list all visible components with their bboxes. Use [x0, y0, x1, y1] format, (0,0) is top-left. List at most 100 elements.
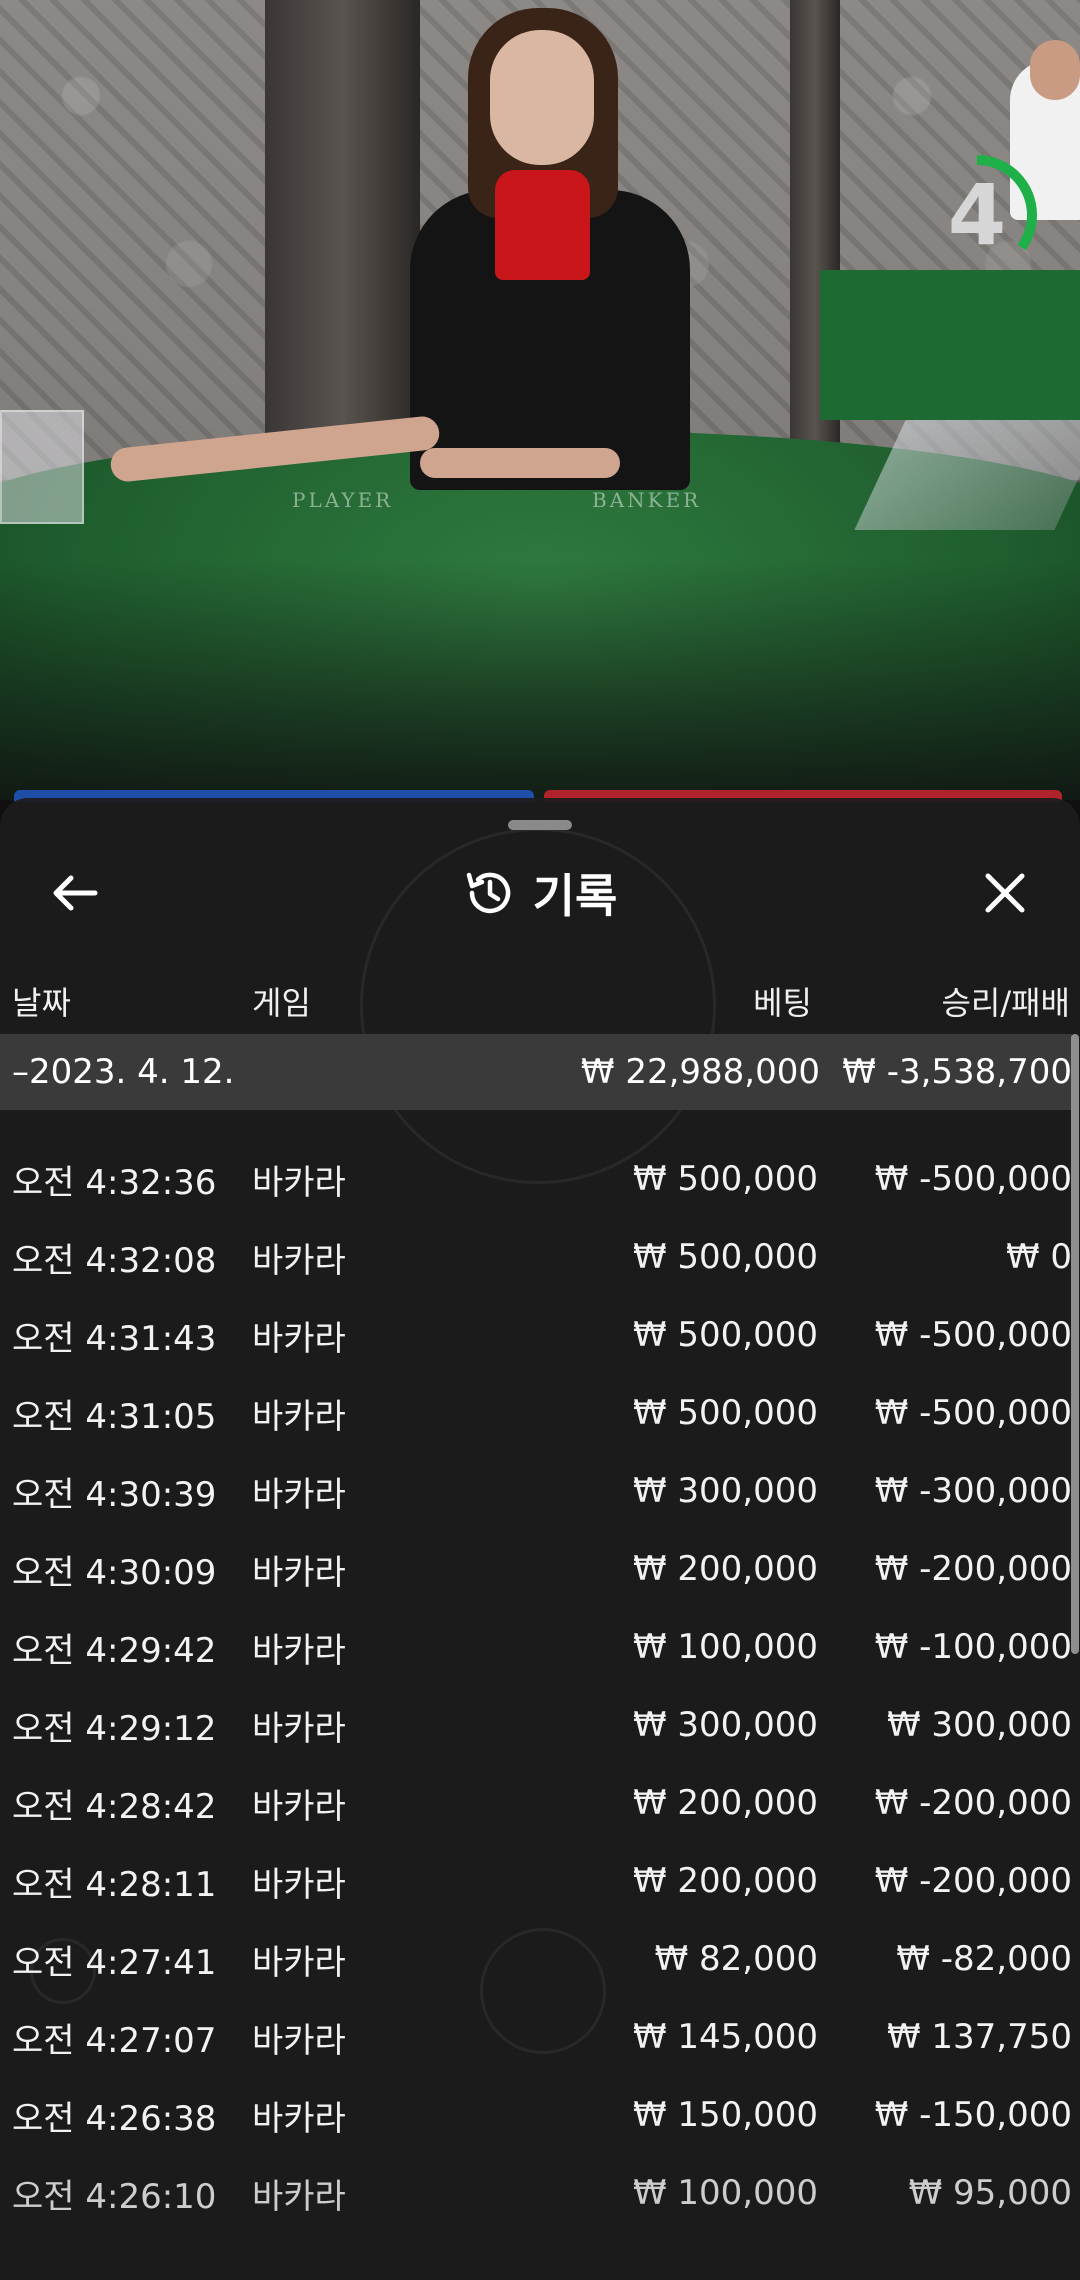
row-time: 오전 4:26:38: [12, 2098, 217, 2139]
row-bet: ₩ 82,000: [654, 1939, 818, 1979]
dealer-scarf: [495, 170, 590, 280]
row-result: ₩ 137,750: [886, 2017, 1072, 2057]
felt-label-banker: BANKER: [592, 488, 702, 512]
row-game: 바카라: [252, 2176, 346, 2217]
history-row[interactable]: 오전 4:26:10 바카라 ₩ 100,000 ₩ 95,000: [0, 2154, 1072, 2232]
row-time: 오전 4:28:11: [12, 1864, 217, 1905]
row-game: 바카라: [252, 2098, 346, 2139]
history-row[interactable]: 오전 4:32:08 바카라 ₩ 500,000 ₩ 0: [0, 1218, 1072, 1296]
row-result: ₩ 95,000: [908, 2173, 1072, 2213]
row-result: ₩ -500,000: [874, 1315, 1072, 1355]
row-result: ₩ 0: [1005, 1237, 1072, 1277]
row-time: 오전 4:28:42: [12, 1786, 217, 1827]
scrollbar[interactable]: [1071, 1034, 1079, 1654]
row-bet: ₩ 145,000: [632, 2017, 818, 2057]
row-game: 바카라: [252, 1942, 346, 1983]
row-bet: ₩ 100,000: [632, 2173, 818, 2213]
history-row[interactable]: 오전 4:30:09 바카라 ₩ 200,000 ₩ -200,000: [0, 1530, 1072, 1608]
close-button[interactable]: [970, 858, 1040, 928]
date-group-row[interactable]: –2023. 4. 12. ₩ 22,988,000 ₩ -3,538,700: [0, 1034, 1072, 1110]
close-x-icon: [985, 873, 1025, 913]
group-total-result: ₩ -3,538,700: [842, 1052, 1072, 1092]
second-dealer-head: [1030, 40, 1080, 100]
felt-label-player: PLAYER: [292, 488, 394, 512]
row-result: ₩ -150,000: [874, 2095, 1072, 2135]
history-row[interactable]: 오전 4:32:36 바카라 ₩ 500,000 ₩ -500,000: [0, 1140, 1072, 1218]
wall-panel-left: [0, 0, 270, 480]
row-result: ₩ -200,000: [874, 1861, 1072, 1901]
row-game: 바카라: [252, 1786, 346, 1827]
row-game: 바카라: [252, 1708, 346, 1749]
history-row[interactable]: 오전 4:31:43 바카라 ₩ 500,000 ₩ -500,000: [0, 1296, 1072, 1374]
history-panel: 기록 날짜 게임 베팅 승리/패배 –2023. 4. 12. ₩ 22,988…: [0, 798, 1080, 2280]
row-game: 바카라: [252, 1864, 346, 1905]
row-time: 오전 4:27:41: [12, 1942, 217, 1983]
live-video-stream: PLAYER BANKER 4: [0, 0, 1080, 800]
row-result: ₩ -82,000: [896, 1939, 1072, 1979]
row-bet: ₩ 200,000: [632, 1549, 818, 1589]
history-row[interactable]: 오전 4:31:05 바카라 ₩ 500,000 ₩ -500,000: [0, 1374, 1072, 1452]
history-row[interactable]: 오전 4:26:38 바카라 ₩ 150,000 ₩ -150,000: [0, 2076, 1072, 2154]
row-bet: ₩ 500,000: [632, 1393, 818, 1433]
countdown-number: 4: [947, 166, 1007, 264]
row-game: 바카라: [252, 1162, 346, 1203]
row-time: 오전 4:27:07: [12, 2020, 217, 2061]
history-row[interactable]: 오전 4:27:07 바카라 ₩ 145,000 ₩ 137,750: [0, 1998, 1072, 2076]
row-game: 바카라: [252, 1318, 346, 1359]
row-bet: ₩ 200,000: [632, 1783, 818, 1823]
page-title: 기록: [532, 869, 618, 923]
row-time: 오전 4:26:10: [12, 2176, 217, 2217]
row-bet: ₩ 500,000: [632, 1315, 818, 1355]
column-header-result: 승리/패배: [941, 984, 1070, 1022]
dealer-hand: [420, 448, 620, 478]
column-header-bet: 베팅: [753, 984, 812, 1022]
side-table: [820, 270, 1080, 420]
row-game: 바카라: [252, 1552, 346, 1593]
history-row[interactable]: 오전 4:27:41 바카라 ₩ 82,000 ₩ -82,000: [0, 1920, 1072, 1998]
row-time: 오전 4:29:12: [12, 1708, 217, 1749]
history-row[interactable]: 오전 4:28:11 바카라 ₩ 200,000 ₩ -200,000: [0, 1842, 1072, 1920]
column-header-game: 게임: [252, 984, 311, 1022]
row-result: ₩ -200,000: [874, 1783, 1072, 1823]
wall-pillar-left: [265, 0, 420, 470]
row-game: 바카라: [252, 1630, 346, 1671]
row-game: 바카라: [252, 1240, 346, 1281]
group-total-bet: ₩ 22,988,000: [580, 1052, 820, 1092]
history-clock-icon: [466, 872, 510, 914]
row-result: ₩ -300,000: [874, 1471, 1072, 1511]
row-bet: ₩ 300,000: [632, 1471, 818, 1511]
row-result: ₩ -500,000: [874, 1159, 1072, 1199]
row-time: 오전 4:32:36: [12, 1162, 217, 1203]
row-result: ₩ -100,000: [874, 1627, 1072, 1667]
row-time: 오전 4:29:42: [12, 1630, 217, 1671]
card-holder: [0, 410, 84, 524]
history-row[interactable]: 오전 4:29:42 바카라 ₩ 100,000 ₩ -100,000: [0, 1608, 1072, 1686]
row-time: 오전 4:31:43: [12, 1318, 217, 1359]
row-bet: ₩ 100,000: [632, 1627, 818, 1667]
row-bet: ₩ 500,000: [632, 1237, 818, 1277]
row-game: 바카라: [252, 1396, 346, 1437]
row-time: 오전 4:32:08: [12, 1240, 217, 1281]
drag-handle[interactable]: [508, 820, 572, 830]
group-date: –2023. 4. 12.: [12, 1052, 235, 1092]
dealer-face: [490, 30, 594, 165]
history-row[interactable]: 오전 4:28:42 바카라 ₩ 200,000 ₩ -200,000: [0, 1764, 1072, 1842]
history-list: 오전 4:32:36 바카라 ₩ 500,000 ₩ -500,000 오전 4…: [0, 1140, 1072, 2232]
video-fade: [0, 560, 1080, 800]
row-bet: ₩ 200,000: [632, 1861, 818, 1901]
row-bet: ₩ 150,000: [632, 2095, 818, 2135]
row-result: ₩ -200,000: [874, 1549, 1072, 1589]
row-game: 바카라: [252, 2020, 346, 2061]
row-result: ₩ -500,000: [874, 1393, 1072, 1433]
column-header-date: 날짜: [12, 984, 71, 1022]
row-bet: ₩ 500,000: [632, 1159, 818, 1199]
history-row[interactable]: 오전 4:30:39 바카라 ₩ 300,000 ₩ -300,000: [0, 1452, 1072, 1530]
row-bet: ₩ 300,000: [632, 1705, 818, 1745]
row-result: ₩ 300,000: [886, 1705, 1072, 1745]
row-time: 오전 4:30:39: [12, 1474, 217, 1515]
history-title: 기록: [0, 858, 1080, 928]
row-game: 바카라: [252, 1474, 346, 1515]
row-time: 오전 4:31:05: [12, 1396, 217, 1437]
history-row[interactable]: 오전 4:29:12 바카라 ₩ 300,000 ₩ 300,000: [0, 1686, 1072, 1764]
row-time: 오전 4:30:09: [12, 1552, 217, 1593]
